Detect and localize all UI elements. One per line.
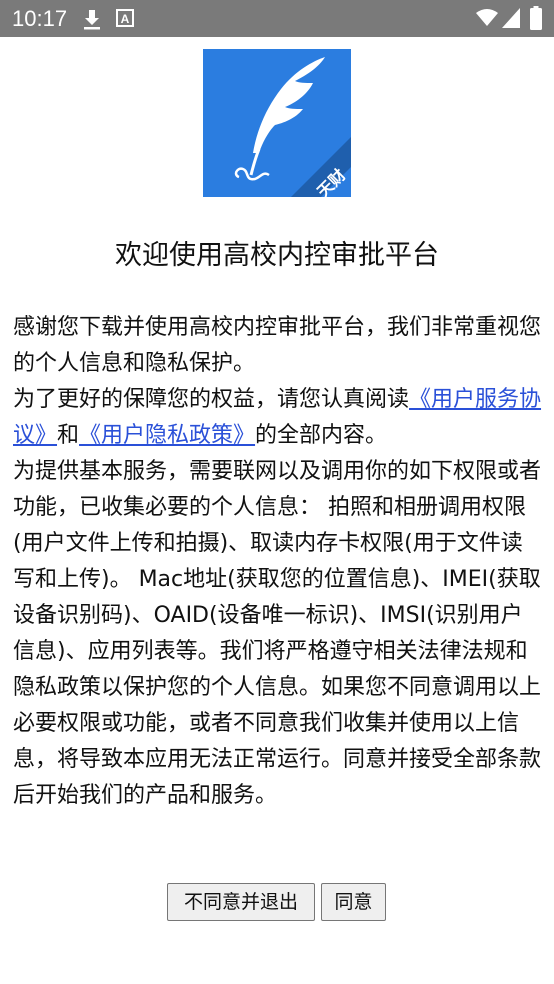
notice-links-suffix: 的全部内容。 bbox=[255, 423, 388, 448]
a-letter-glyph: A bbox=[121, 12, 130, 26]
status-bar: 10:17 A bbox=[0, 0, 554, 37]
dialog-title: 欢迎使用高校内控审批平台 bbox=[115, 240, 439, 271]
battery-icon bbox=[530, 6, 542, 30]
disagree-exit-button[interactable]: 不同意并退出 bbox=[167, 883, 315, 921]
status-time: 10:17 bbox=[12, 6, 68, 31]
notice-links-prefix: 为了更好的保障您的权益，请您认真阅读 bbox=[13, 387, 410, 412]
privacy-policy-link[interactable]: 《用户隐私政策》 bbox=[79, 423, 255, 448]
notice-links-and: 和 bbox=[57, 423, 80, 448]
notice-paragraph-links: 为了更好的保障您的权益，请您认真阅读《用户服务协议》和《用户隐私政策》的全部内容… bbox=[13, 382, 543, 454]
privacy-notice-body: 感谢您下载并使用高校内控审批平台，我们非常重视您的个人信息和隐私保护。 为了更好… bbox=[13, 310, 543, 814]
app-logo: 天财 bbox=[203, 49, 351, 197]
agree-button[interactable]: 同意 bbox=[321, 883, 386, 921]
notice-paragraph-intro: 感谢您下载并使用高校内控审批平台，我们非常重视您的个人信息和隐私保护。 bbox=[13, 315, 542, 376]
signal-icon bbox=[502, 8, 520, 28]
notice-paragraph-permissions: 为提供基本服务，需要联网以及调用你的如下权限或者功能，已收集必要的个人信息： 拍… bbox=[13, 459, 542, 808]
download-icon bbox=[84, 10, 100, 30]
feather-logo-icon: 天财 bbox=[203, 49, 351, 197]
wifi-icon bbox=[476, 9, 498, 26]
a-letter-icon: A bbox=[116, 9, 134, 27]
dialog-buttons: 不同意并退出 同意 bbox=[0, 883, 554, 923]
